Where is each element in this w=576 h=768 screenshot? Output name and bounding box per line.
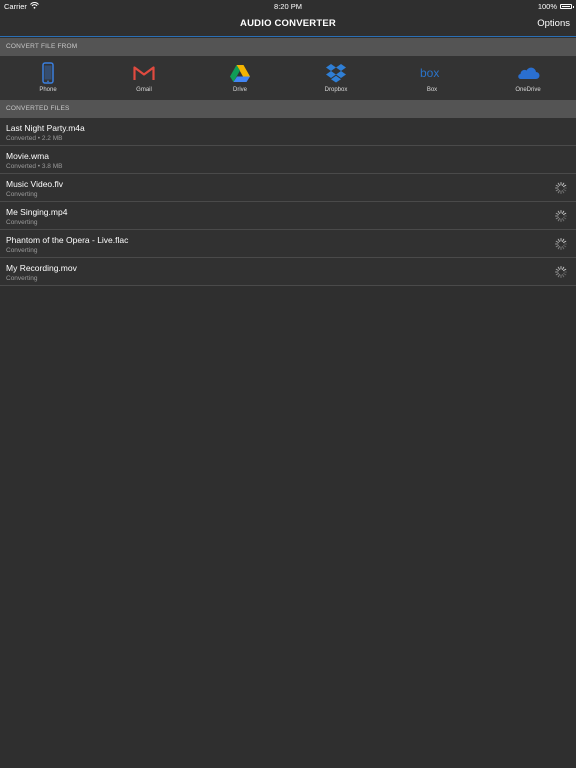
spinner-icon xyxy=(555,266,567,278)
list-item[interactable]: Movie.wma Converted • 3.8 MB xyxy=(0,146,576,174)
svg-text:box: box xyxy=(420,67,439,79)
file-status: Converted • 2.2 MB xyxy=(6,135,63,142)
source-label-drive: Drive xyxy=(232,87,247,93)
source-onedrive[interactable]: OneDrive xyxy=(480,56,576,100)
status-bar: Carrier 8:20 PM 100% xyxy=(0,0,576,12)
options-button[interactable]: Options xyxy=(537,18,570,29)
file-name: My Recording.mov xyxy=(6,263,77,273)
spinner-icon xyxy=(555,238,567,250)
source-label-onedrive: OneDrive xyxy=(515,87,541,93)
source-box[interactable]: box Box xyxy=(384,56,480,100)
battery-percent: 100% xyxy=(537,2,557,11)
status-time: 8:20 PM xyxy=(274,2,302,11)
source-gmail[interactable]: Gmail xyxy=(96,56,192,100)
list-item[interactable]: Phantom of the Opera - Live.flac Convert… xyxy=(0,230,576,258)
nav-bar: AUDIO CONVERTER Options xyxy=(0,12,576,37)
source-drive[interactable]: Drive xyxy=(192,56,288,100)
file-name: Movie.wma xyxy=(6,151,49,161)
dropbox-icon xyxy=(324,62,348,84)
status-right: 100% xyxy=(537,2,574,11)
source-phone[interactable]: Phone xyxy=(0,56,96,100)
list-item[interactable]: Music Video.flv Converting xyxy=(0,174,576,202)
file-name: Music Video.flv xyxy=(6,179,64,189)
list-item[interactable]: My Recording.mov Converting xyxy=(0,258,576,286)
box-icon: box xyxy=(420,62,444,84)
spinner-icon xyxy=(555,210,567,222)
source-label-dropbox: Dropbox xyxy=(324,87,348,93)
source-label-gmail: Gmail xyxy=(136,87,152,93)
file-status: Converting xyxy=(6,191,38,198)
file-name: Me Singing.mp4 xyxy=(6,207,68,217)
converted-files-header: CONVERTED FILES xyxy=(0,100,576,118)
file-status: Converting xyxy=(6,219,38,226)
source-label-phone: Phone xyxy=(39,87,57,93)
phone-icon xyxy=(36,62,60,84)
page-title: AUDIO CONVERTER xyxy=(240,18,336,29)
convert-from-header: CONVERT FILE FROM xyxy=(0,38,576,56)
gmail-icon xyxy=(132,62,156,84)
file-status: Converting xyxy=(6,275,38,282)
source-dropbox[interactable]: Dropbox xyxy=(288,56,384,100)
file-name: Phantom of the Opera - Live.flac xyxy=(6,235,129,245)
source-list: Phone Gmail Drive Dropbox box Box OneDri… xyxy=(0,56,576,100)
onedrive-icon xyxy=(516,62,540,84)
file-name: Last Night Party.m4a xyxy=(6,123,85,133)
source-label-box: Box xyxy=(426,87,438,93)
drive-icon xyxy=(228,62,252,84)
battery-icon xyxy=(560,4,574,9)
list-item[interactable]: Me Singing.mp4 Converting xyxy=(0,202,576,230)
file-status: Converting xyxy=(6,247,38,254)
spinner-icon xyxy=(555,182,567,194)
file-status: Converted • 3.8 MB xyxy=(6,163,63,170)
list-item[interactable]: Last Night Party.m4a Converted • 2.2 MB xyxy=(0,118,576,146)
converted-file-list: Last Night Party.m4a Converted • 2.2 MB … xyxy=(0,118,576,286)
